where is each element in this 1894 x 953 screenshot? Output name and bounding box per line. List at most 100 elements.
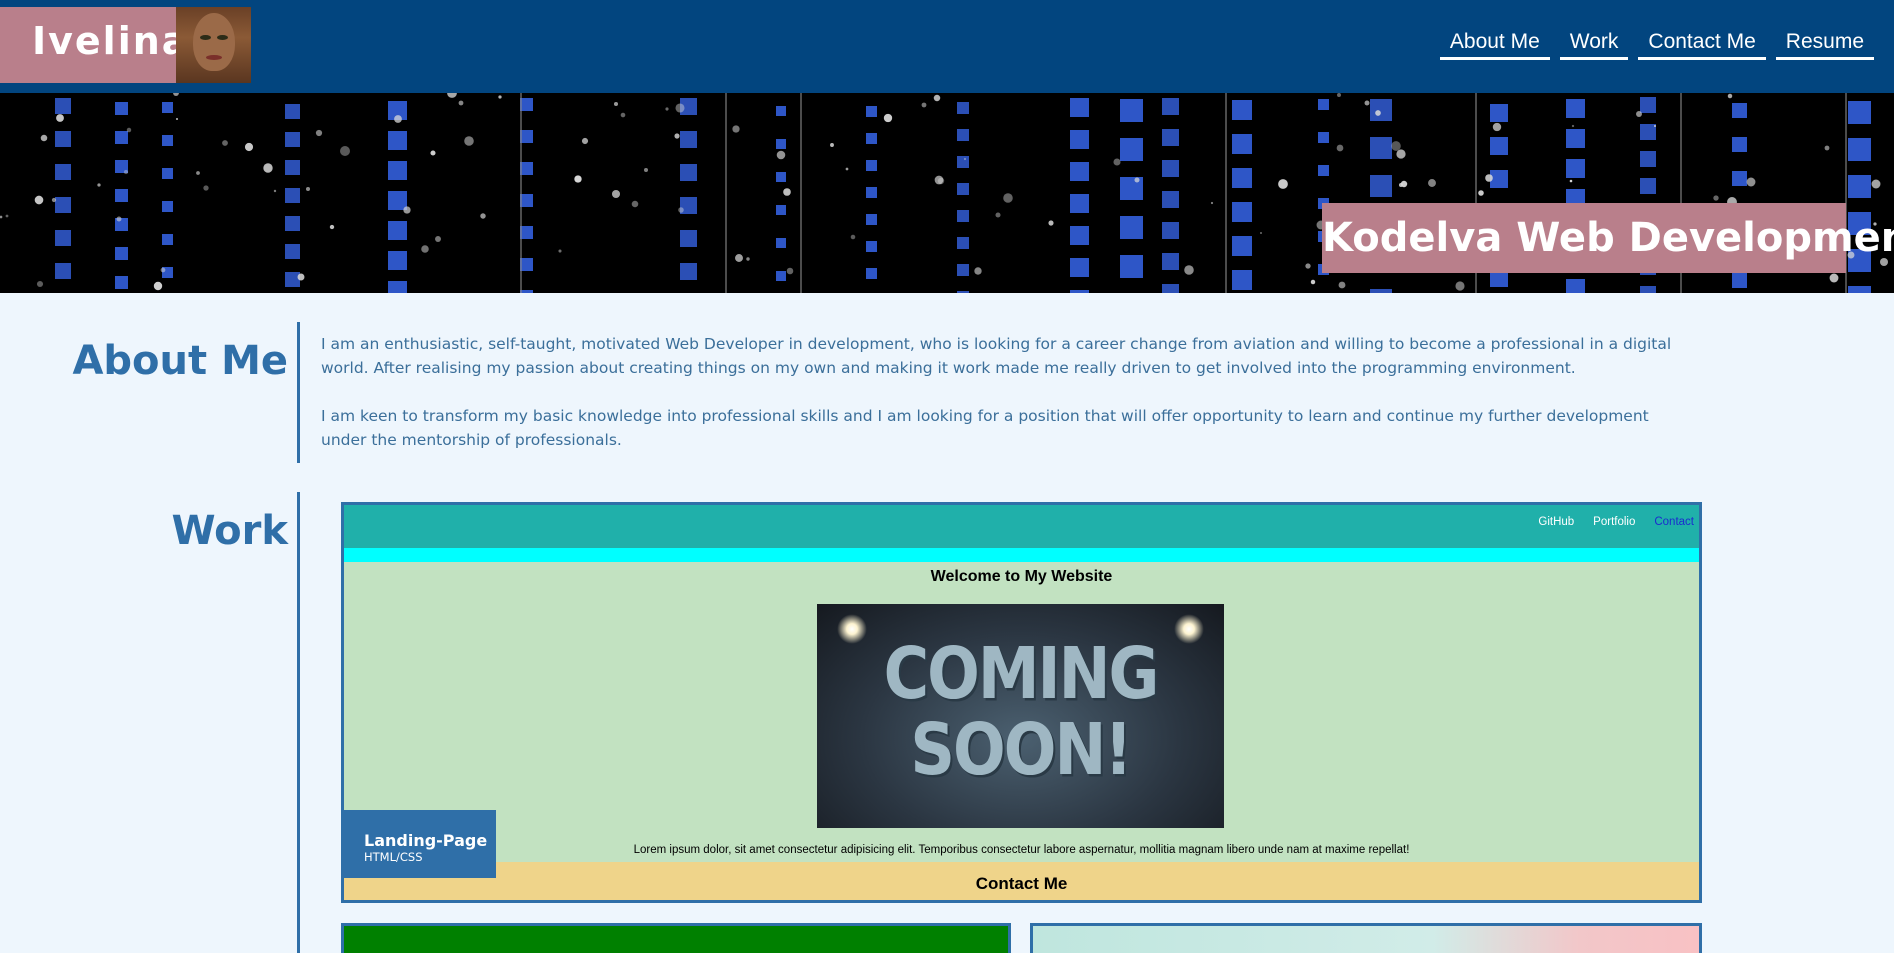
hero-particle (631, 200, 639, 208)
hero-square (1318, 132, 1329, 143)
hero-particle (464, 136, 474, 146)
hero-particle (665, 107, 669, 111)
hero-light-streak (800, 93, 802, 293)
hero-square (776, 106, 786, 116)
hero-square (162, 102, 173, 113)
hero-particle (51, 197, 57, 203)
hero-square (285, 272, 300, 287)
hero-square (1120, 177, 1143, 200)
hero-particle (574, 175, 582, 183)
project-card-landing-page[interactable]: GitHub Portfolio Contact Welcome to My W… (341, 502, 1702, 903)
hero-square (957, 210, 969, 222)
hero-square (1848, 138, 1871, 161)
hero-square (1732, 103, 1747, 118)
hero-particle (581, 137, 589, 145)
hero-particle (244, 142, 254, 152)
brand[interactable]: Ivelina (0, 7, 251, 83)
hero-square (115, 247, 128, 260)
hero-square (388, 131, 407, 150)
hero-square (776, 139, 786, 149)
hero-square (680, 263, 697, 280)
hero-particle (340, 146, 350, 156)
hero-particle (315, 129, 323, 137)
hero-particle (674, 133, 680, 139)
preview-nav-github: GitHub (1538, 516, 1575, 528)
hero-particle (1398, 182, 1404, 188)
hero-square (1162, 98, 1179, 115)
hero-square (1848, 101, 1871, 124)
hero-particle (1485, 174, 1493, 182)
hero-particle (1455, 281, 1465, 291)
hero-square (957, 102, 969, 114)
hero-particle (1210, 201, 1214, 205)
hero-particle (1871, 179, 1881, 189)
hero-particle (786, 267, 794, 275)
hero-square (162, 135, 173, 146)
hero-square (55, 263, 71, 279)
hero-square (388, 251, 407, 270)
hero-square (866, 133, 877, 144)
hero-square (388, 221, 407, 240)
hero-particle (995, 212, 1001, 218)
hero-particle (160, 267, 166, 273)
hero-particle (1305, 263, 1311, 269)
nav-work[interactable]: Work (1559, 28, 1629, 60)
hero-particle (458, 100, 464, 106)
hero-particle (1727, 93, 1733, 99)
coming-soon-text: COMING SOON! (817, 636, 1224, 788)
hero-particle (1396, 149, 1406, 159)
hero-particle (1310, 279, 1316, 285)
preview-nav: GitHub Portfolio Contact (344, 505, 1699, 548)
avatar-left-eye (200, 35, 211, 40)
hero-particle (40, 134, 48, 142)
hero-particle (776, 150, 786, 160)
project-label[interactable]: Landing-Page HTML/CSS (344, 810, 496, 878)
hero-particle (1571, 124, 1575, 128)
hero-square (115, 189, 128, 202)
preview-nav-portfolio: Portfolio (1593, 516, 1636, 528)
hero-square (776, 205, 786, 215)
hero-square (1070, 290, 1089, 293)
hero-particle (273, 189, 277, 193)
hero-particle (1375, 110, 1381, 116)
coming-soon-line-1: COMING (883, 631, 1160, 716)
project-card-3[interactable] (1030, 923, 1702, 953)
hero-square (1162, 222, 1179, 239)
hero-square (55, 230, 71, 246)
hero-banner: Kodelva Web Development! (0, 93, 1894, 293)
hero-particle (0, 215, 3, 219)
hero-particle (203, 185, 209, 191)
hero-particle (1259, 231, 1263, 235)
hero-square (1640, 286, 1656, 293)
hero-square (866, 160, 877, 171)
hero-square (776, 172, 786, 182)
about-heading: About Me (72, 338, 288, 384)
hero-particle (783, 188, 791, 196)
hero-square (1232, 168, 1252, 188)
hero-particle (196, 171, 200, 175)
hero-particle (675, 103, 685, 113)
about-divider (297, 322, 300, 463)
hero-square (1566, 99, 1585, 118)
about-paragraph-1: I am an enthusiastic, self-taught, motiv… (321, 335, 1672, 377)
hero-square (1848, 175, 1871, 198)
hero-particle (498, 95, 502, 99)
hero-square (1232, 100, 1252, 120)
hero-particle (974, 267, 982, 275)
preview-lorem-text: Lorem ipsum dolor, sit amet consectetur … (633, 844, 1410, 856)
nav-contact-me[interactable]: Contact Me (1638, 28, 1766, 60)
preview-nav-contact: Contact (1654, 516, 1694, 528)
hero-square (1232, 236, 1252, 256)
hero-square (680, 164, 697, 181)
hero-square (1162, 253, 1179, 270)
hero-square (957, 237, 969, 249)
hero-square (55, 98, 71, 114)
nav-about-me[interactable]: About Me (1439, 28, 1550, 60)
hero-square (1162, 191, 1179, 208)
nav-resume[interactable]: Resume (1775, 28, 1874, 60)
project-card-2[interactable] (341, 923, 1011, 953)
hero-particle (1337, 93, 1341, 97)
coming-soon-line-2: SOON! (910, 707, 1132, 792)
hero-square (1070, 130, 1089, 149)
hero-particle (153, 281, 163, 291)
